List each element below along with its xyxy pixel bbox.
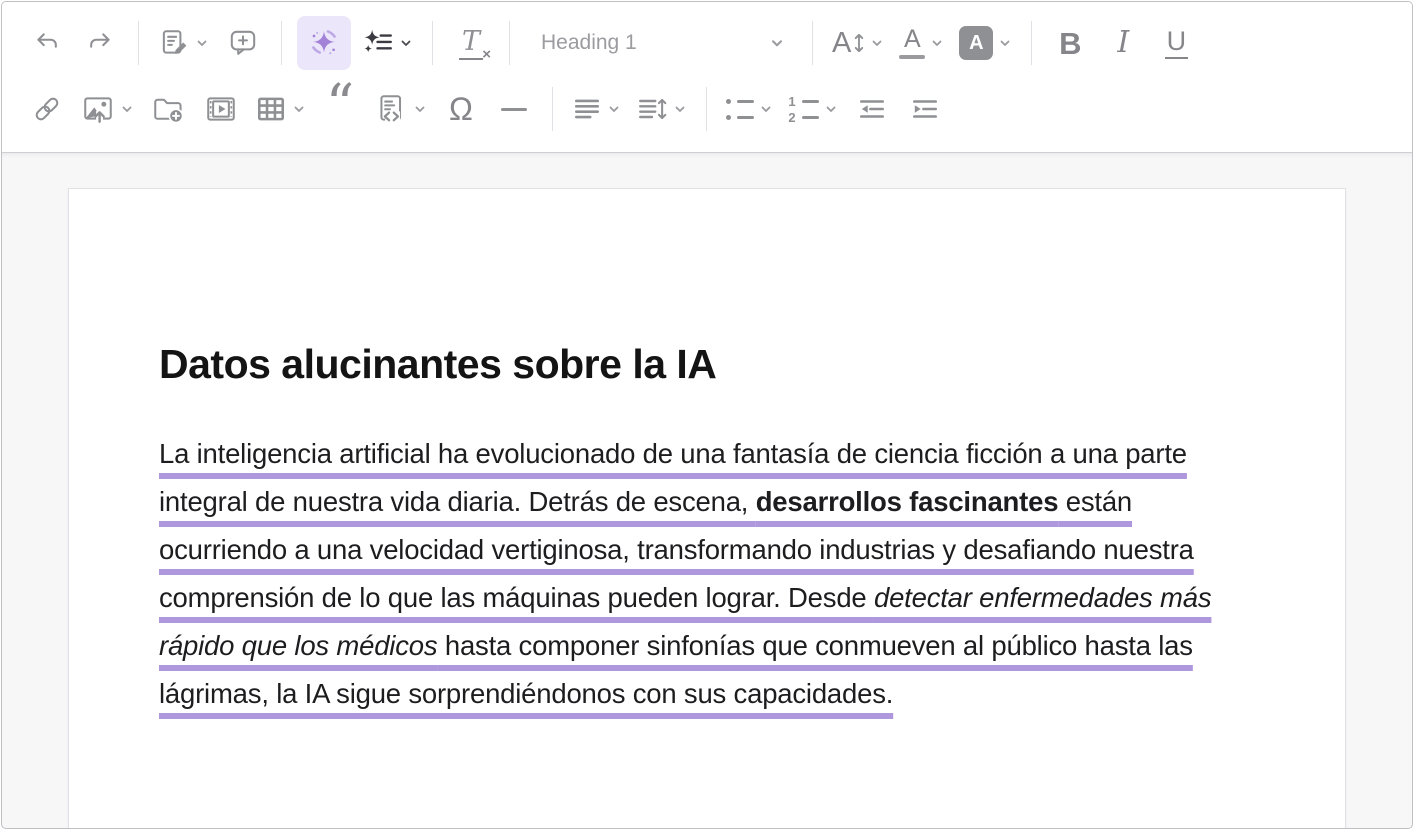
add-comment-button[interactable] (220, 19, 266, 67)
media-embed-button[interactable] (198, 85, 244, 133)
decrease-indent-button[interactable] (849, 85, 895, 133)
text-alignment-icon (572, 95, 602, 123)
horizontal-line-icon (501, 108, 527, 111)
add-comment-icon (227, 27, 259, 59)
document-paragraph[interactable]: La inteligencia artificial ha evoluciona… (159, 430, 1255, 718)
ai-commands-icon (362, 27, 394, 59)
track-changes-button[interactable] (154, 19, 213, 67)
bulleted-list-icon (726, 97, 754, 121)
chevron-down-icon (399, 36, 413, 50)
ai-sparkle-icon (307, 26, 341, 60)
font-background-color-icon: A (959, 26, 993, 60)
remove-format-icon: T × (459, 26, 483, 60)
line-height-icon (636, 95, 668, 123)
document-heading[interactable]: Datos alucinantes sobre la IA (159, 341, 1255, 388)
file-manager-button[interactable] (145, 85, 191, 133)
toolbar-row-2: “ Ω (24, 76, 1390, 142)
redo-button[interactable] (77, 19, 123, 67)
chevron-down-icon (769, 35, 785, 51)
media-embed-icon (204, 93, 238, 125)
heading-dropdown[interactable]: Heading 1 (525, 19, 797, 67)
chevron-down-icon (673, 102, 687, 116)
underline-icon: U (1165, 28, 1189, 59)
increase-indent-button[interactable] (902, 85, 948, 133)
track-changes-icon (158, 27, 190, 59)
font-color-button[interactable]: A (895, 19, 948, 67)
ai-commands-button[interactable] (358, 19, 417, 67)
font-size-button[interactable]: A (828, 19, 888, 67)
underline-button[interactable]: U (1153, 19, 1199, 67)
horizontal-line-button[interactable] (491, 85, 537, 133)
chevron-down-icon (413, 102, 427, 116)
chevron-down-icon (607, 102, 621, 116)
block-quote-icon: “ (326, 106, 355, 128)
remove-format-button[interactable]: T × (448, 19, 494, 67)
toolbar-separator (281, 21, 282, 65)
toolbar-separator (552, 87, 553, 131)
editor-content-area: Datos alucinantes sobre la IA La intelig… (2, 153, 1412, 829)
rich-text-editor: T × Heading 1 A A (1, 1, 1413, 829)
ai-assistant-button[interactable] (297, 16, 351, 70)
chevron-down-icon (998, 36, 1012, 50)
font-background-color-button[interactable]: A (955, 19, 1016, 67)
chevron-down-icon (292, 102, 306, 116)
special-characters-button[interactable]: Ω (438, 85, 484, 133)
toolbar-row-1: T × Heading 1 A A (24, 10, 1390, 76)
toolbar-separator (138, 21, 139, 65)
special-characters-icon: Ω (449, 93, 473, 125)
toolbar-separator (706, 87, 707, 131)
code-block-icon (374, 92, 408, 126)
ai-highlighted-text[interactable]: La inteligencia artificial ha evoluciona… (159, 438, 1211, 709)
insert-image-button[interactable] (77, 85, 138, 133)
numbered-list-icon: 1 2 (788, 97, 819, 121)
link-icon (31, 93, 63, 125)
link-button[interactable] (24, 85, 70, 133)
bold-icon: B (1059, 28, 1081, 59)
font-color-bar (899, 55, 925, 59)
bulleted-list-button[interactable] (722, 85, 777, 133)
code-block-button[interactable] (370, 85, 431, 133)
document-page[interactable]: Datos alucinantes sobre la IA La intelig… (68, 188, 1346, 829)
increase-indent-icon (910, 96, 940, 122)
toolbar-separator (432, 21, 433, 65)
insert-image-icon (81, 93, 115, 125)
toolbar-separator (1031, 21, 1032, 65)
text-alignment-button[interactable] (568, 85, 625, 133)
undo-button[interactable] (24, 19, 70, 67)
toolbar: T × Heading 1 A A (2, 2, 1412, 153)
chevron-down-icon (120, 102, 134, 116)
redo-icon (86, 29, 114, 57)
numbered-list-button[interactable]: 1 2 (784, 85, 842, 133)
folder-plus-icon (151, 93, 185, 125)
font-size-icon: A (832, 29, 865, 58)
heading-dropdown-label: Heading 1 (541, 31, 637, 55)
paragraph-segment-bold[interactable]: desarrollos fascinantes (756, 486, 1059, 517)
line-height-button[interactable] (632, 85, 691, 133)
chevron-down-icon (759, 102, 773, 116)
chevron-down-icon (870, 36, 884, 50)
toolbar-separator (812, 21, 813, 65)
chevron-down-icon (824, 102, 838, 116)
decrease-indent-icon (857, 96, 887, 122)
insert-table-button[interactable] (251, 85, 310, 133)
insert-table-icon (255, 94, 287, 124)
italic-button[interactable]: I (1100, 19, 1146, 67)
chevron-down-icon (930, 36, 944, 50)
italic-icon: I (1117, 28, 1129, 58)
bold-button[interactable]: B (1047, 19, 1093, 67)
vertical-resize-arrow-icon (853, 31, 865, 55)
toolbar-separator (509, 21, 510, 65)
undo-icon (33, 29, 61, 57)
chevron-down-icon (195, 36, 209, 50)
block-quote-button[interactable]: “ (317, 85, 363, 133)
font-color-icon: A (899, 27, 925, 59)
